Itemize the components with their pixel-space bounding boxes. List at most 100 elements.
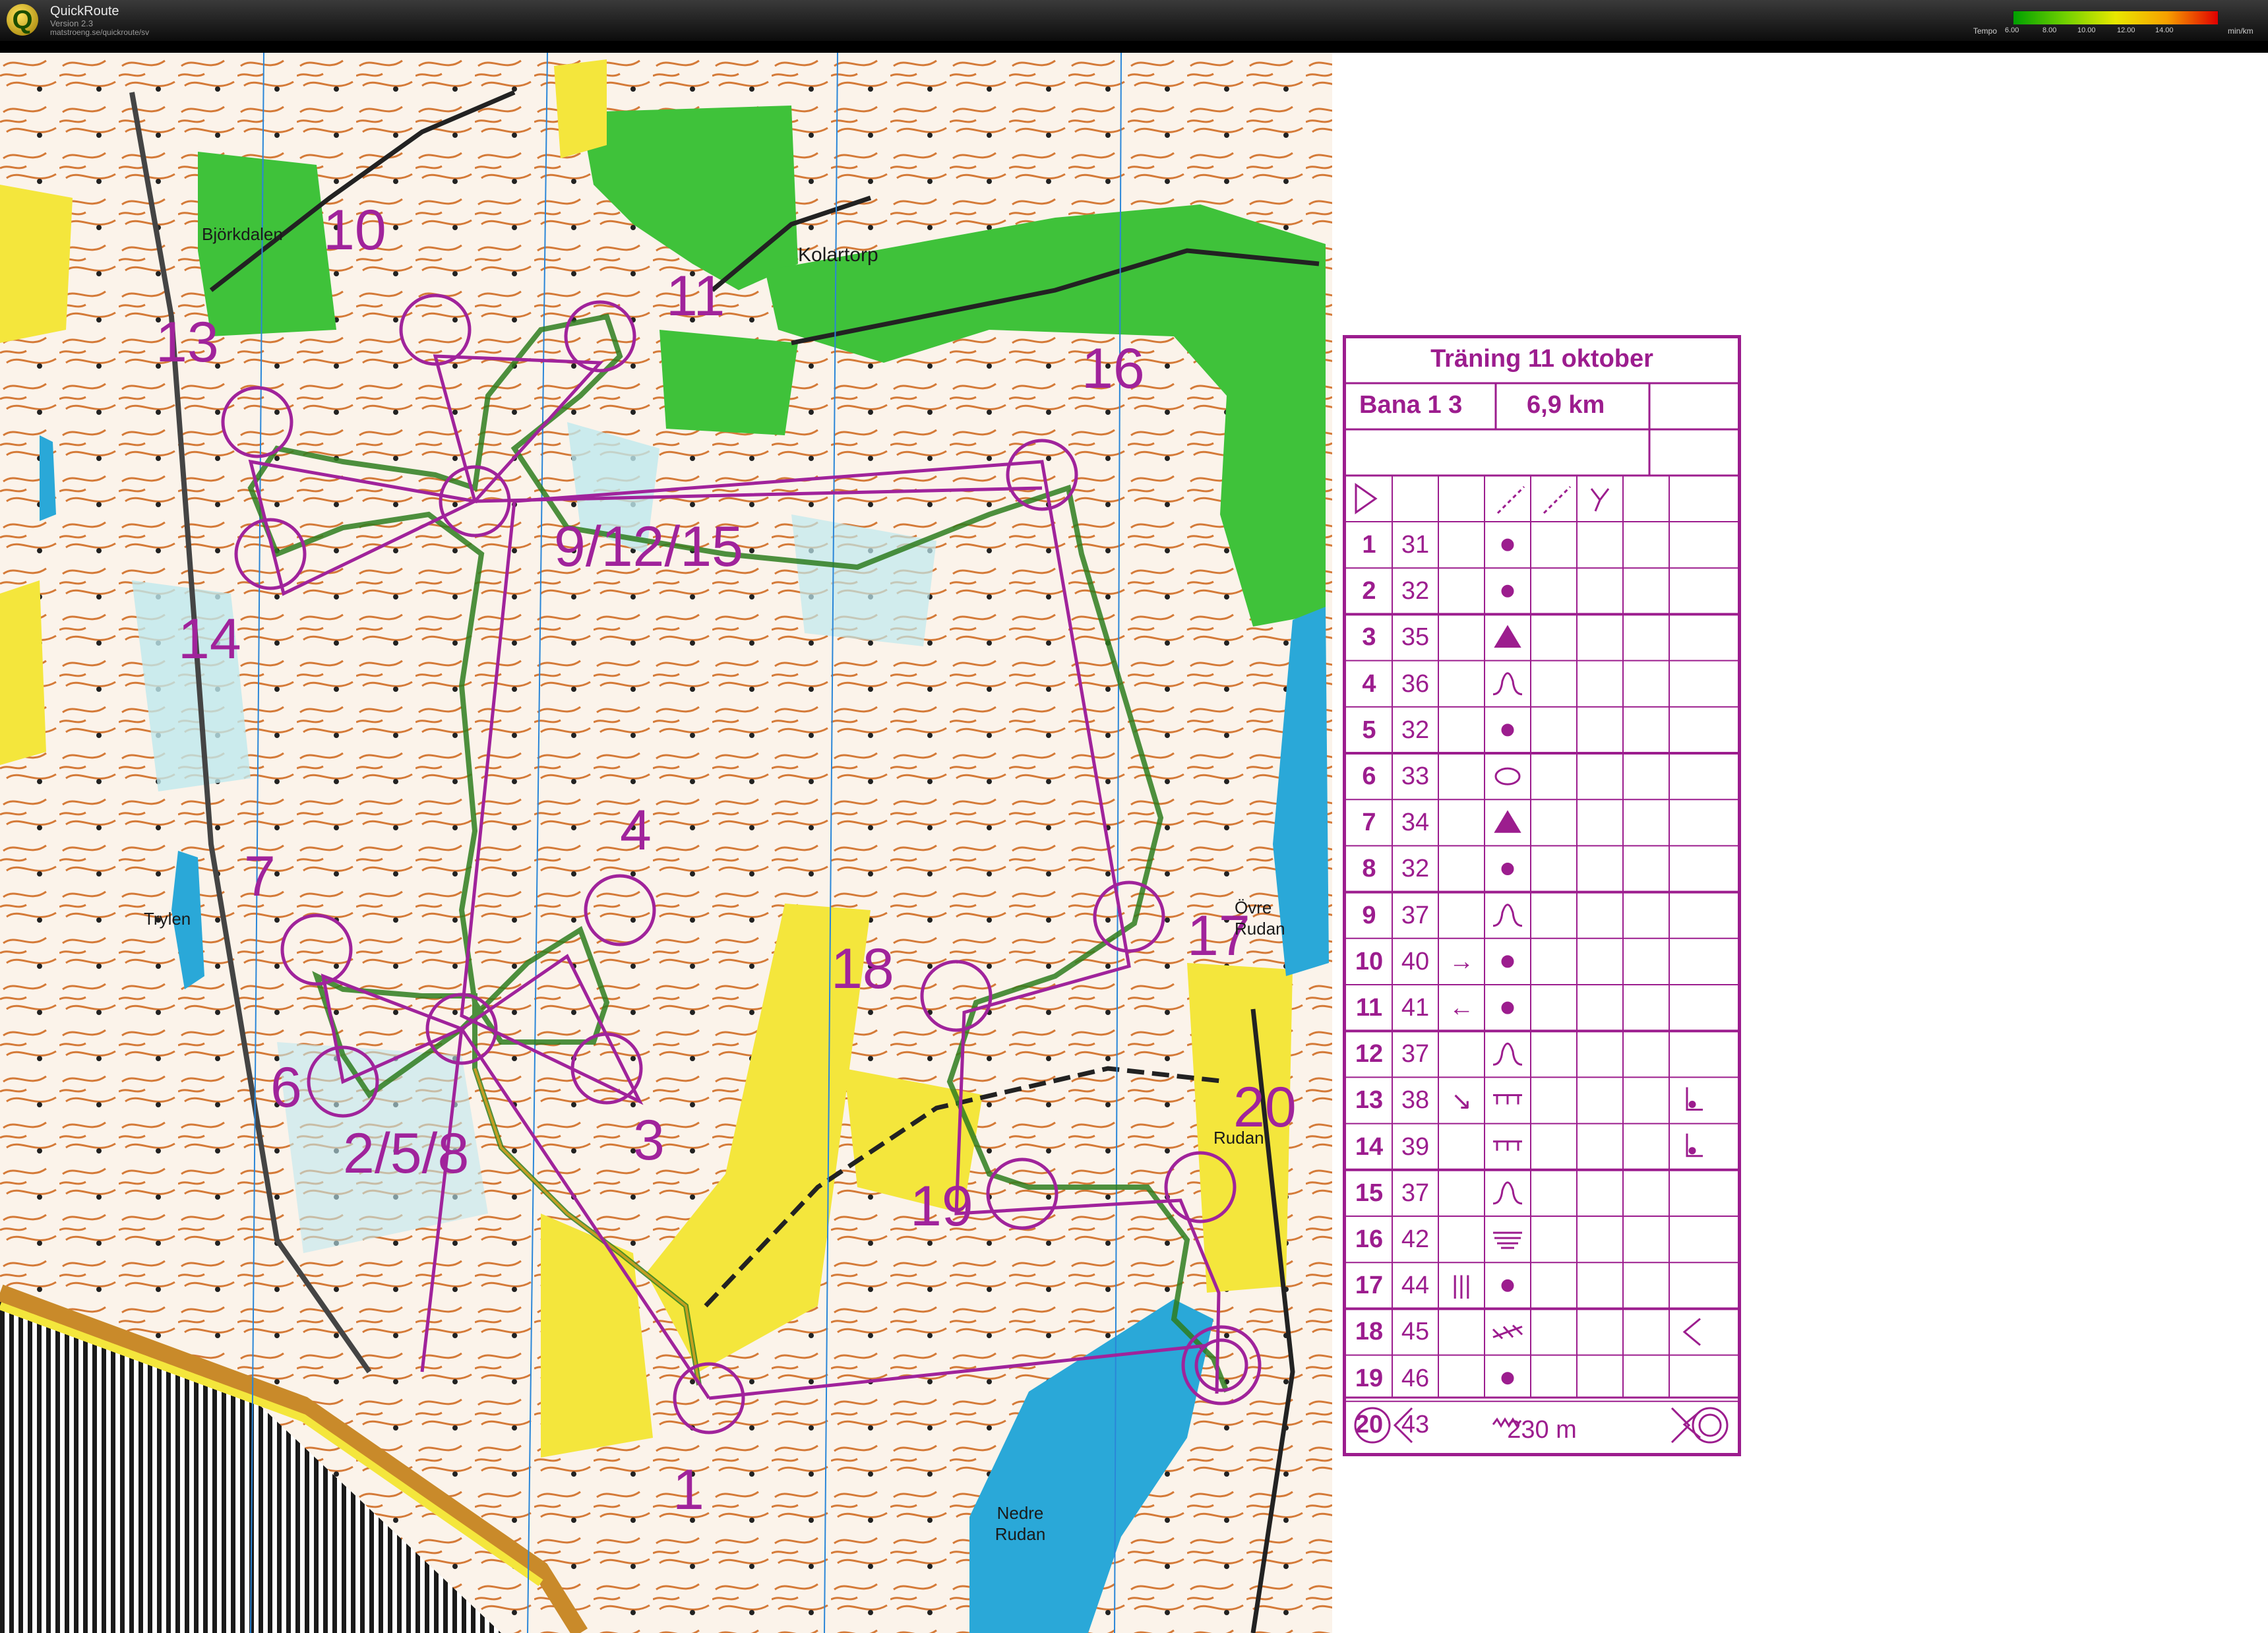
direction-symbol: ↘ (1451, 1088, 1472, 1116)
control-label: 1 (673, 1458, 704, 1522)
control-code: 41 (1401, 994, 1430, 1022)
place-name: Rudan (1213, 1128, 1264, 1148)
tempo-legend-label: Tempo (1973, 26, 1998, 36)
control-number: 1 (1362, 531, 1376, 559)
control-label: 9/12/15 (554, 515, 743, 578)
control-code: 33 (1401, 762, 1430, 790)
dot-symbol-icon (1501, 538, 1514, 551)
control-label: 19 (910, 1175, 973, 1238)
control-number: 6 (1362, 762, 1376, 790)
quickroute-logo-icon: Q (7, 4, 38, 36)
knoll-symbol-icon (1492, 1042, 1523, 1066)
dot-symbol-icon (1501, 1279, 1514, 1292)
control-label: 11 (666, 264, 725, 328)
control-number: 3 (1362, 623, 1376, 652)
cliff-symbol-icon (1493, 1140, 1522, 1151)
control-code: 32 (1401, 855, 1430, 883)
triangle-symbol-icon (1494, 625, 1521, 648)
place-name: Björkdalen (202, 224, 283, 244)
app-version: Version 2.3 (50, 18, 94, 28)
rocky-ground-symbol-icon (1492, 1324, 1523, 1340)
control-description-card: Träning 11 oktober Bana 1 3 6,9 km 1 31 2 3… (1343, 335, 1741, 1456)
control-code: 37 (1401, 1179, 1430, 1207)
dot-symbol-icon (1501, 863, 1514, 875)
control-number: 4 (1362, 669, 1376, 698)
depression-symbol-icon (1494, 767, 1521, 786)
control-number: 17 (1355, 1272, 1384, 1300)
direction-symbol: ← (1449, 994, 1474, 1022)
control-code: 43 (1401, 1410, 1430, 1438)
control-number: 2 (1362, 577, 1376, 605)
control-code: 37 (1401, 901, 1430, 929)
control-number: 18 (1355, 1318, 1384, 1346)
control-code: 46 (1401, 1364, 1430, 1392)
control-number: 7 (1362, 809, 1376, 837)
control-number: 15 (1355, 1179, 1384, 1207)
terrace-symbol-icon (1493, 1231, 1522, 1249)
direction-symbol: ||| (1452, 1272, 1471, 1300)
cliff-symbol-icon (1493, 1094, 1522, 1105)
tempo-tick: 6.00 (2005, 26, 2019, 34)
place-name: Nedre Rudan (995, 1503, 1046, 1544)
dot-symbol-icon (1501, 584, 1514, 598)
control-code: 38 (1401, 1086, 1430, 1115)
dot-symbol-icon (1501, 724, 1514, 737)
finish-circle-icon (1692, 1407, 1729, 1444)
knoll-symbol-icon (1492, 904, 1523, 927)
control-number: 9 (1362, 901, 1376, 929)
dot-symbol-icon (1501, 955, 1514, 968)
control-label: 18 (831, 937, 894, 1001)
control-code: 37 (1401, 1040, 1430, 1068)
control-number: 14 (1355, 1132, 1384, 1161)
tempo-tick: 10.00 (2077, 26, 2096, 34)
place-name: Trylen (144, 909, 191, 929)
direction-symbol: → (1449, 947, 1474, 975)
control-label: 4 (620, 799, 652, 862)
control-number: 10 (1355, 947, 1384, 975)
control-label: 7 (244, 845, 276, 908)
tempo-tick: 14.00 (2155, 26, 2174, 34)
control-number: 11 (1355, 994, 1383, 1022)
inside-corner-symbol-icon (1682, 1318, 1701, 1346)
control-code: 40 (1401, 947, 1430, 975)
control-code: 35 (1401, 623, 1430, 652)
green-area (659, 330, 798, 435)
control-code: 42 (1401, 1225, 1430, 1253)
card-course-length: 6,9 km (1527, 391, 1605, 419)
card-title: Träning 11 oktober (1430, 345, 1653, 373)
control-label: 3 (633, 1109, 665, 1172)
dot-symbol-icon (1501, 1372, 1514, 1385)
control-code: 36 (1401, 669, 1430, 698)
finish-inner-circle-icon (1698, 1413, 1722, 1437)
knoll-symbol-icon (1492, 672, 1523, 696)
knoll-symbol-icon (1492, 1181, 1523, 1205)
map-canvas[interactable]: 10 11 13 16 9/12/15 14 7 4 18 17 6 2/5/8… (0, 53, 2268, 1633)
control-number: 13 (1355, 1086, 1384, 1115)
control-number: 16 (1355, 1225, 1384, 1253)
control-number: 12 (1355, 1040, 1384, 1068)
tempo-tick: 12.00 (2117, 26, 2135, 34)
orienteering-map[interactable] (0, 53, 2268, 1633)
card-course-name: Bana 1 3 (1359, 391, 1463, 419)
control-code: 32 (1401, 716, 1430, 744)
place-name: Övre Rudan (1235, 898, 1285, 939)
tempo-tick: 8.00 (2042, 26, 2057, 34)
tempo-color-scale (2013, 11, 2219, 25)
foot-dot-icon (1688, 1101, 1696, 1108)
tempo-legend-unit: min/km (2228, 26, 2253, 36)
control-number: 20 (1355, 1410, 1384, 1438)
field-area (0, 580, 46, 765)
place-name: Kolartorp (798, 244, 878, 266)
control-code: 44 (1401, 1272, 1430, 1300)
foot-dot-icon (1688, 1147, 1696, 1155)
field-area (554, 59, 607, 158)
control-label: 16 (1082, 337, 1145, 400)
control-code: 31 (1401, 531, 1430, 559)
control-label: 6 (270, 1056, 302, 1119)
control-label: 14 (178, 607, 241, 671)
finish-distance: 230 m (1507, 1416, 1577, 1444)
control-code: 34 (1401, 809, 1430, 837)
control-code: 39 (1401, 1132, 1430, 1161)
control-code: 32 (1401, 577, 1430, 605)
dot-symbol-icon (1501, 1001, 1514, 1014)
